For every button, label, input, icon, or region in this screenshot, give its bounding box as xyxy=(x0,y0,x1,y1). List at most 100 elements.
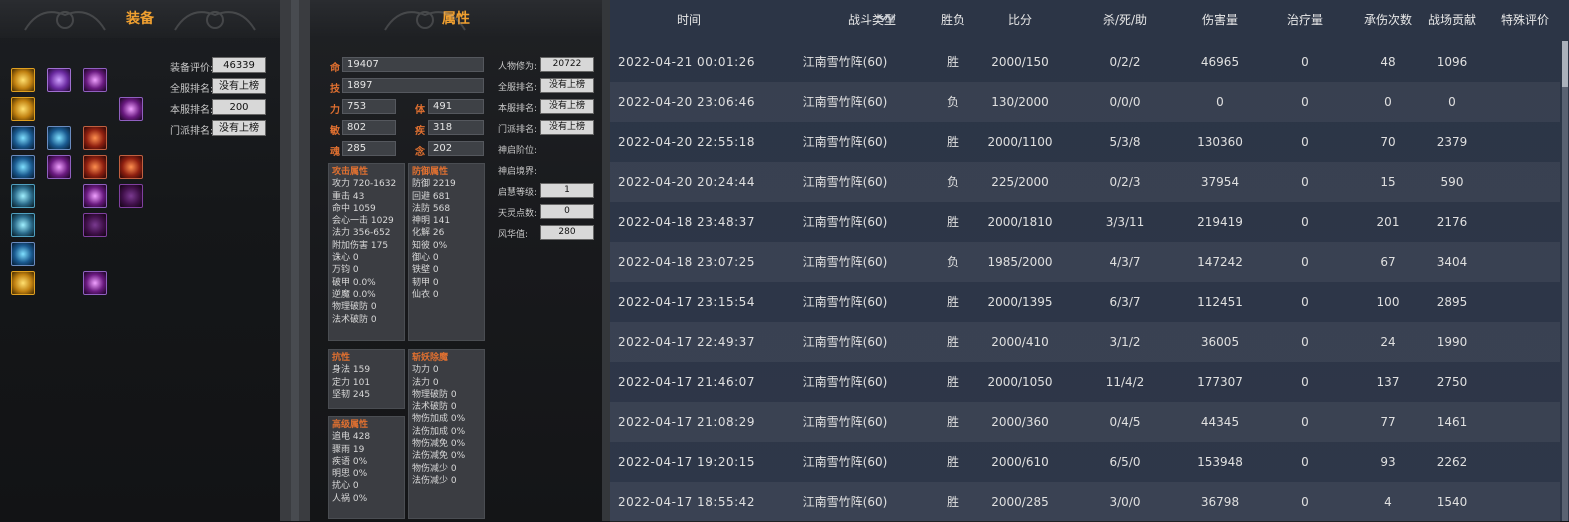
record-kda: 4/3/7 xyxy=(1109,255,1141,269)
attributes-panel: 属性 命 19407 技 1897 力 753 体 491 敏 802 疾 31… xyxy=(310,0,602,521)
violet-charm-icon[interactable] xyxy=(119,97,143,121)
cyan-bracer-icon[interactable] xyxy=(11,213,35,237)
record-taken: 137 xyxy=(1376,375,1400,389)
col-header-score[interactable]: 比分 xyxy=(985,0,1055,40)
blue-necklace-icon[interactable] xyxy=(11,242,35,266)
col-header-special[interactable]: 特殊评价 xyxy=(1490,0,1560,40)
ranking-value: 20722 xyxy=(540,57,594,72)
record-contrib: 1461 xyxy=(1436,415,1468,429)
record-score: 2000/1395 xyxy=(987,295,1053,309)
blue-arc-icon[interactable] xyxy=(11,126,35,150)
gold-orb-icon[interactable] xyxy=(11,68,35,92)
attribute-line: 附加伤害 175 xyxy=(332,240,389,251)
dark-robe-icon[interactable] xyxy=(83,213,107,237)
record-contrib: 2176 xyxy=(1436,215,1468,229)
col-header-heal[interactable]: 治疗量 xyxy=(1275,0,1335,40)
cyan-ring-icon[interactable] xyxy=(11,184,35,208)
battle-record-row[interactable]: 2022-04-17 23:15:54 江南雪竹阵(60) 胜 2000/1395 6/… xyxy=(610,282,1560,322)
ranking-label: 本服排名: xyxy=(498,104,538,114)
equipment-rating-label: 装备评价: xyxy=(170,63,214,74)
attribute-line: 御心 0 xyxy=(412,253,439,264)
record-heal: 0 xyxy=(1301,295,1309,309)
record-damage: 46965 xyxy=(1200,55,1240,69)
cloud-ornament-icon xyxy=(384,11,466,31)
equipment-rating-label: 本服排名: xyxy=(170,105,214,116)
blue-weapon-icon[interactable] xyxy=(11,155,35,179)
record-score: 2000/1810 xyxy=(987,215,1053,229)
record-time: 2022-04-17 22:49:37 xyxy=(618,335,755,349)
battle-record-row[interactable]: 2022-04-18 23:48:37 江南雪竹阵(60) 胜 2000/1810 3/… xyxy=(610,202,1560,242)
battle-record-row[interactable]: 2022-04-20 22:55:18 江南雪竹阵(60) 胜 2000/1100 5/… xyxy=(610,122,1560,162)
col-header-time[interactable]: 时间 xyxy=(640,0,738,40)
record-result: 胜 xyxy=(946,415,959,429)
record-type: 江南雪竹阵(60) xyxy=(802,135,888,149)
cloud-ornament-icon xyxy=(24,11,106,31)
spear-icon[interactable] xyxy=(47,155,71,179)
stat-value: 1897 xyxy=(342,78,484,93)
stat-value: 318 xyxy=(428,120,484,135)
record-taken: 48 xyxy=(1380,55,1396,69)
record-contrib: 2262 xyxy=(1436,455,1468,469)
record-result: 胜 xyxy=(946,215,959,229)
col-header-taken[interactable]: 承伤次数 xyxy=(1353,0,1423,40)
record-taken: 93 xyxy=(1380,455,1396,469)
demon-mask-icon[interactable] xyxy=(83,155,107,179)
resistance-box: 抗性 身法 159 定力 101 坚韧 245 xyxy=(328,349,405,409)
battle-record-row[interactable]: 2022-04-18 23:07:25 江南雪竹阵(60) 负 1985/2000 4/… xyxy=(610,242,1560,282)
battle-record-row[interactable]: 2022-04-20 23:06:46 江南雪竹阵(60) 负 130/2000 0/0… xyxy=(610,82,1560,122)
record-type: 江南雪竹阵(60) xyxy=(802,375,888,389)
col-header-contrib[interactable]: 战场贡献 xyxy=(1417,0,1487,40)
col-header-kda[interactable]: 杀/死/助 xyxy=(1085,0,1165,40)
ranking-label: 人物修为: xyxy=(498,62,538,72)
battle-record-row[interactable]: 2022-04-21 00:01:26 江南雪竹阵(60) 胜 2000/150 0/2… xyxy=(610,42,1560,82)
record-type: 江南雪竹阵(60) xyxy=(802,55,888,69)
purple-helm-icon[interactable] xyxy=(83,68,107,92)
battle-record-row[interactable]: 2022-04-17 21:46:07 江南雪竹阵(60) 胜 2000/1050 11… xyxy=(610,362,1560,402)
attribute-line: 物理破防 0 xyxy=(332,302,377,313)
battle-record-row[interactable]: 2022-04-17 18:55:42 江南雪竹阵(60) 胜 2000/285 3/0… xyxy=(610,482,1560,522)
record-score: 2000/610 xyxy=(991,455,1049,469)
attribute-line: 疾语 0% xyxy=(332,456,368,467)
purple-armor-icon[interactable] xyxy=(83,184,107,208)
chevron-down-icon[interactable] xyxy=(878,13,896,25)
scrollbar-track[interactable] xyxy=(1562,41,1568,521)
record-contrib: 1990 xyxy=(1436,335,1468,349)
purple-boots-icon[interactable] xyxy=(83,271,107,295)
stat-label: 敏 xyxy=(330,126,340,137)
advanced-attributes-box: 高级属性 追电 428 骤雨 19 疾语 0% 明思 0% 扰心 0 人祸 0% xyxy=(328,416,405,519)
attribute-line: 仙衣 0 xyxy=(412,289,439,300)
record-score: 1985/2000 xyxy=(987,255,1053,269)
battle-record-row[interactable]: 2022-04-17 21:08:29 江南雪竹阵(60) 胜 2000/360 0/4… xyxy=(610,402,1560,442)
ranking-label: 风华值: xyxy=(498,230,529,240)
horned-mask-icon[interactable] xyxy=(83,126,107,150)
attribute-line: 命中 1059 xyxy=(332,203,376,214)
record-taken: 0 xyxy=(1384,95,1392,109)
col-header-damage[interactable]: 伤害量 xyxy=(1185,0,1255,40)
record-score: 2000/410 xyxy=(991,335,1049,349)
scrollbar-thumb[interactable] xyxy=(1562,41,1568,87)
record-heal: 0 xyxy=(1301,455,1309,469)
record-heal: 0 xyxy=(1301,95,1309,109)
demon-slaying-title: 斩妖除魔 xyxy=(412,353,449,363)
attribute-line: 万钧 0 xyxy=(332,265,359,276)
blue-feather-icon[interactable] xyxy=(47,126,71,150)
battle-record-row[interactable]: 2022-04-17 22:49:37 江南雪竹阵(60) 胜 2000/410 3/1… xyxy=(610,322,1560,362)
red-mask-icon[interactable] xyxy=(119,155,143,179)
battle-record-row[interactable]: 2022-04-17 19:20:15 江南雪竹阵(60) 胜 2000/610 6/5… xyxy=(610,442,1560,482)
stat-value: 491 xyxy=(428,99,484,114)
record-heal: 0 xyxy=(1301,495,1309,509)
battle-record-row[interactable]: 2022-04-20 20:24:44 江南雪竹阵(60) 负 225/2000 0/2… xyxy=(610,162,1560,202)
col-header-result[interactable]: 胜负 xyxy=(928,0,978,40)
ranking-label: 天灵点数: xyxy=(498,209,538,219)
record-kda: 11/4/2 xyxy=(1105,375,1145,389)
record-damage: 153948 xyxy=(1197,455,1243,469)
skull-icon[interactable] xyxy=(119,184,143,208)
gold-ring-icon[interactable] xyxy=(11,97,35,121)
attribute-line: 法力 0 xyxy=(412,377,439,388)
purple-gem-icon[interactable] xyxy=(47,68,71,92)
attribute-line: 回避 681 xyxy=(412,191,451,202)
record-damage: 44345 xyxy=(1200,415,1240,429)
attribute-line: 人祸 0% xyxy=(332,493,368,504)
attribute-line: 物伤减少 0 xyxy=(412,463,457,474)
gold-medal-icon[interactable] xyxy=(11,271,35,295)
